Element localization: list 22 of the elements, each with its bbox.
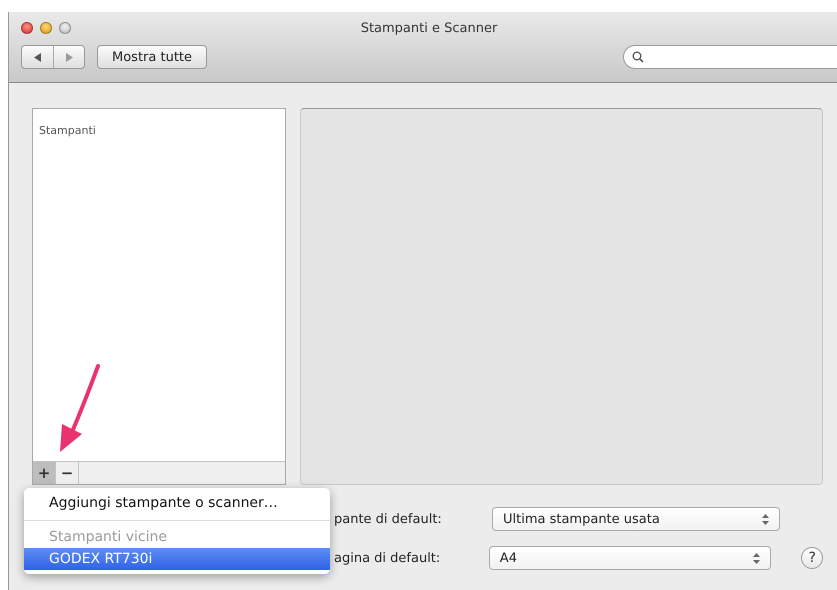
menu-item[interactable]: GODEX RT730i <box>24 548 330 570</box>
search-icon <box>632 51 644 63</box>
dropdown[interactable]: A4 <box>488 546 772 570</box>
field-label: pante di default: <box>333 512 443 526</box>
menu-header: Stampanti vicine <box>48 528 168 547</box>
field-label: agina di default: <box>333 550 442 566</box>
dropdown[interactable]: Ultima stampante usata <box>492 507 780 531</box>
help-button[interactable]: ? <box>801 547 823 569</box>
zoom-button[interactable] <box>59 22 71 34</box>
minimize-button[interactable] <box>40 22 52 34</box>
left-arrow-icon <box>34 52 42 62</box>
show-all-button[interactable]: Mostra tutte <box>97 45 208 69</box>
window-title: Stampanti e Scanner <box>360 20 498 36</box>
search-field[interactable] <box>623 45 837 69</box>
stepper-arrows-icon <box>762 514 769 524</box>
list-heading: Stampanti <box>39 124 96 137</box>
close-button[interactable] <box>21 22 33 34</box>
add-button[interactable]: + <box>33 462 56 484</box>
menu-item[interactable]: Aggiungi stampante o scanner… <box>24 492 330 514</box>
remove-button[interactable]: − <box>56 462 79 484</box>
right-arrow-icon <box>65 52 73 62</box>
stepper-arrows-icon <box>753 552 760 564</box>
